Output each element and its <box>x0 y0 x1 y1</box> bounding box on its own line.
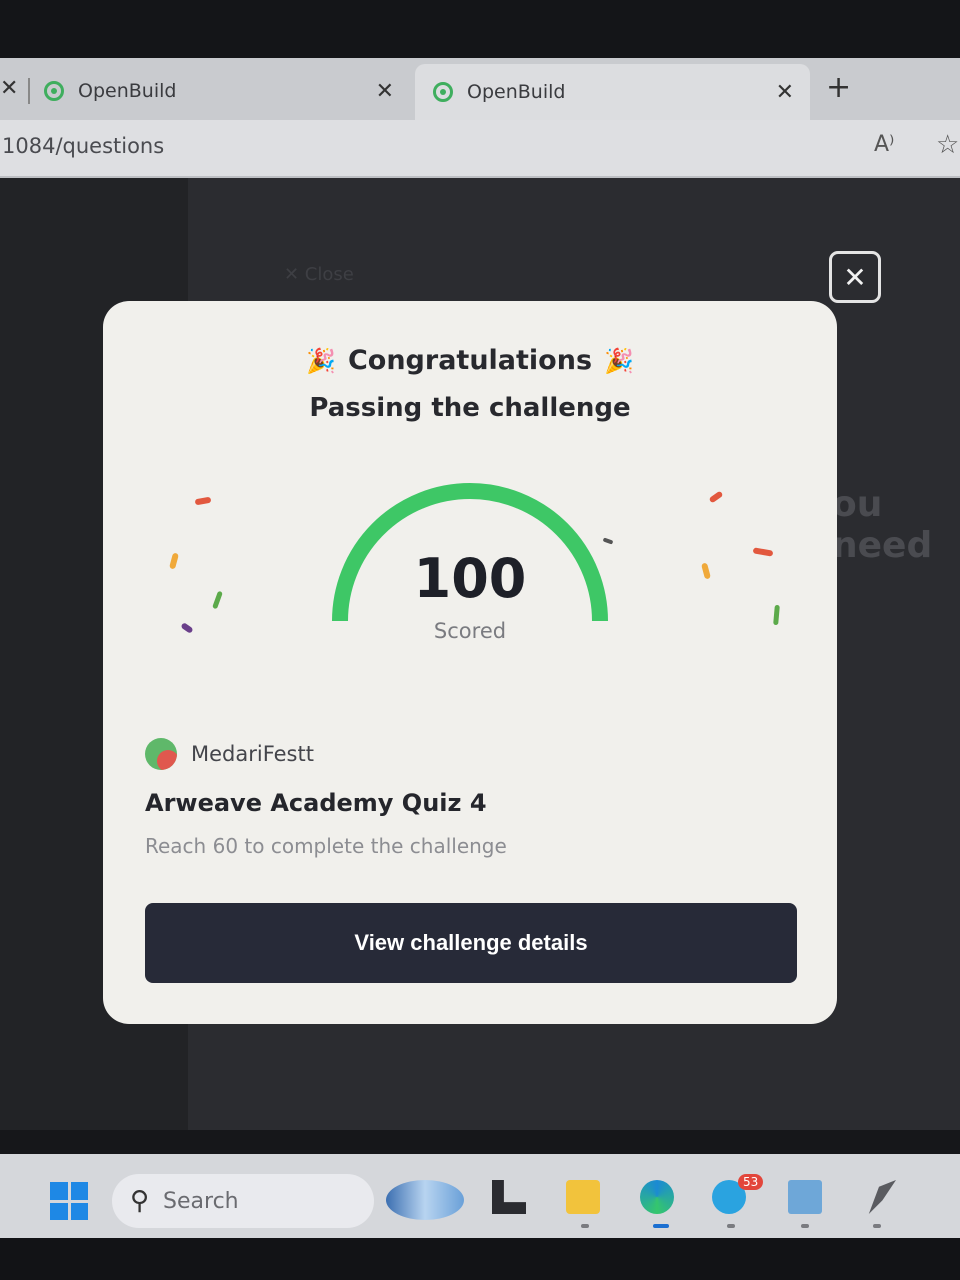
running-indicator <box>727 1224 735 1228</box>
running-indicator <box>653 1224 669 1228</box>
running-indicator <box>873 1224 881 1228</box>
score-value: 100 <box>413 547 527 610</box>
windows-start-icon[interactable] <box>50 1182 88 1220</box>
close-tab-icon[interactable]: ✕ <box>776 80 794 105</box>
tab-label: OpenBuild <box>467 81 566 103</box>
file-explorer-icon[interactable] <box>566 1180 600 1214</box>
notepad-icon[interactable] <box>788 1180 822 1214</box>
view-challenge-details-button[interactable]: View challenge details <box>145 903 797 983</box>
username[interactable]: MedariFestt <box>191 742 314 766</box>
modal-title: 🎉 Congratulations 🎉 <box>103 345 837 376</box>
author-row[interactable]: MedariFestt <box>145 738 314 770</box>
close-tab-icon[interactable]: ✕ <box>376 79 394 104</box>
taskbar-search[interactable]: ⚲ Search <box>112 1174 374 1228</box>
search-label: Search <box>163 1188 239 1214</box>
favorite-star-icon[interactable]: ☆ <box>936 130 959 160</box>
openbuild-favicon-icon <box>433 82 453 102</box>
party-popper-icon: 🎉 <box>306 347 336 375</box>
result-modal: 🎉 Congratulations 🎉 Passing the challenge … <box>103 301 837 1024</box>
edge-browser-icon[interactable] <box>640 1180 674 1214</box>
screen-bezel-top <box>0 0 960 58</box>
tab-bar: ✕ OpenBuild ✕ OpenBuild ✕ + <box>0 58 960 120</box>
score-label: Scored <box>433 619 507 643</box>
tab-openbuild-1[interactable]: OpenBuild ✕ <box>0 66 410 116</box>
address-bar[interactable]: 1084/questions A⁾ ☆ <box>0 120 960 179</box>
modal-subtitle: Passing the challenge <box>309 393 631 423</box>
notification-badge: 53 <box>738 1174 764 1190</box>
pinned-app-icon[interactable] <box>868 1180 896 1214</box>
background-text: ou need <box>832 484 933 566</box>
screen-bezel-bottom <box>0 1238 960 1280</box>
challenge-requirement: Reach 60 to complete the challenge <box>145 834 507 858</box>
tab-openbuild-2[interactable]: OpenBuild ✕ <box>415 64 810 120</box>
confetti-piece <box>708 490 724 504</box>
openbuild-favicon-icon <box>44 81 64 101</box>
new-tab-icon[interactable]: + <box>826 70 851 105</box>
close-icon: ✕ <box>843 260 867 294</box>
confetti-piece <box>194 496 212 506</box>
avatar[interactable] <box>145 738 177 770</box>
windows-taskbar: ⚲ Search 53 <box>0 1154 960 1238</box>
background-close-link: ✕ Close <box>284 264 354 285</box>
running-indicator <box>581 1224 589 1228</box>
quiz-title: Arweave Academy Quiz 4 <box>145 789 487 817</box>
running-indicator <box>801 1224 809 1228</box>
title-text: Congratulations <box>347 345 593 376</box>
read-aloud-icon[interactable]: A⁾ <box>874 132 894 157</box>
party-popper-icon: 🎉 <box>604 347 634 375</box>
search-icon: ⚲ <box>130 1186 150 1216</box>
screen-bezel-middle <box>0 1130 960 1154</box>
task-view-icon[interactable] <box>492 1180 526 1214</box>
url-text[interactable]: 1084/questions <box>2 134 164 158</box>
tab-label: OpenBuild <box>78 80 177 102</box>
modal-close-button[interactable]: ✕ <box>829 251 881 303</box>
widgets-icon[interactable] <box>386 1180 464 1220</box>
